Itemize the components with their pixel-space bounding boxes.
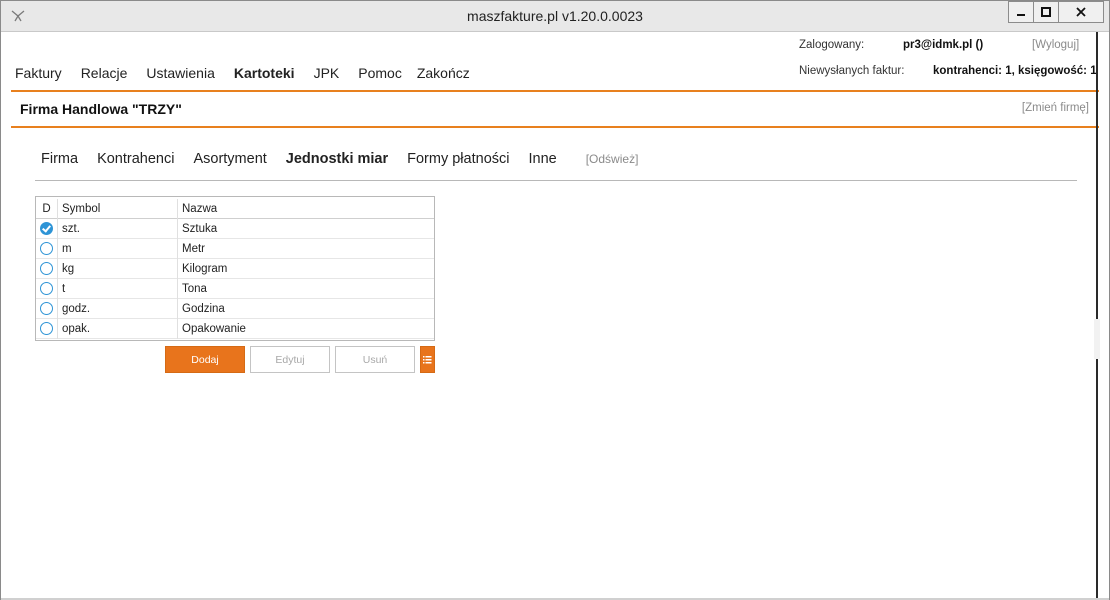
refresh-link[interactable]: [Odśwież] [586,152,639,167]
default-cell[interactable] [36,279,58,299]
table-row[interactable]: opak. Opakowanie [36,319,434,339]
tab-jednostki-miar[interactable]: Jednostki miar [286,151,388,167]
section-tabs: Firma Kontrahenci Asortyment Jednostki m… [41,151,638,167]
default-cell[interactable] [36,259,58,279]
menu-item-relacje[interactable]: Relacje [81,65,128,81]
main-menu: Faktury Relacje Ustawienia Kartoteki JPK… [15,65,489,81]
unsent-value: kontrahenci: 1, księgowość: 1 [933,65,1097,77]
default-radio[interactable] [40,302,53,315]
edit-button[interactable]: Edytuj [250,346,330,373]
minimize-button[interactable] [1008,1,1034,23]
name-cell: Metr [182,243,205,255]
name-cell: Godzina [182,303,225,315]
add-button[interactable]: Dodaj [165,346,245,373]
list-icon [423,356,432,364]
default-cell[interactable] [36,239,58,259]
symbol-cell: szt. [58,219,178,239]
logged-label: Zalogowany: [799,39,865,51]
name-cell: Tona [182,283,207,295]
menu-item-faktury[interactable]: Faktury [15,65,62,81]
default-cell[interactable] [36,299,58,319]
menu-item-zakoncz[interactable]: Zakończ [417,65,470,81]
symbol-cell: t [58,279,178,299]
symbol-cell: kg [58,259,178,279]
name-cell: Opakowanie [182,323,246,335]
table-row[interactable]: t Tona [36,279,434,299]
tab-kontrahenci[interactable]: Kontrahenci [97,151,174,167]
unsent-label: Niewysłanych faktur: [799,65,905,77]
symbol-cell: godz. [58,299,178,319]
scrollbar-thumb[interactable] [1094,319,1100,359]
name-cell: Kilogram [182,263,228,275]
firm-separator [11,126,1099,128]
maximize-button[interactable] [1033,1,1059,23]
logout-link[interactable]: [Wyloguj] [1032,39,1079,51]
tab-asortyment[interactable]: Asortyment [193,151,266,167]
logged-user: pr3@idmk.pl () [903,39,984,51]
default-radio[interactable] [40,282,53,295]
app-window: maszfakture.pl v1.20.0.0023 Faktury Rela… [0,0,1110,600]
tab-inne[interactable]: Inne [528,151,556,167]
table-row[interactable]: m Metr [36,239,434,259]
default-radio[interactable] [40,322,53,335]
header-separator [11,90,1099,92]
table-row[interactable]: kg Kilogram [36,259,434,279]
close-button[interactable] [1058,1,1104,23]
symbol-cell: m [58,239,178,259]
default-radio[interactable] [40,242,53,255]
column-header-name[interactable]: Nazwa [178,199,434,219]
vertical-scrollbar[interactable] [1096,32,1098,600]
tabs-divider [35,180,1077,181]
table-header: D Symbol Nazwa [36,199,434,219]
menu-item-pomoc[interactable]: Pomoc [358,65,402,81]
close-icon [1076,7,1086,17]
column-header-symbol[interactable]: Symbol [58,199,178,219]
name-cell: Sztuka [182,223,218,235]
tab-firma[interactable]: Firma [41,151,78,167]
default-radio[interactable] [40,262,53,275]
more-actions-button[interactable] [420,346,435,373]
column-header-default[interactable]: D [36,199,58,219]
change-firm-link[interactable]: [Zmień firmę] [1022,102,1089,114]
maximize-icon [1041,7,1051,17]
delete-button[interactable]: Usuń [335,346,415,373]
symbol-cell: opak. [58,319,178,339]
table-row[interactable]: godz. Godzina [36,299,434,319]
default-cell[interactable] [36,219,58,239]
default-radio-checked[interactable] [40,222,53,235]
menu-item-jpk[interactable]: JPK [314,65,340,81]
table-row[interactable]: szt. Sztuka [36,219,434,239]
default-cell[interactable] [36,319,58,339]
menu-item-ustawienia[interactable]: Ustawienia [146,65,214,81]
menu-item-kartoteki[interactable]: Kartoteki [234,65,295,81]
title-bar[interactable]: maszfakture.pl v1.20.0.0023 [1,1,1109,32]
units-table: D Symbol Nazwa szt. Sztuka m Metr kg Kil… [35,196,435,341]
window-controls [1008,1,1104,23]
tab-formy-platnosci[interactable]: Formy płatności [407,151,509,167]
minimize-icon [1017,14,1025,16]
window-title: maszfakture.pl v1.20.0.0023 [467,8,643,24]
firm-name: Firma Handlowa "TRZY" [20,101,182,117]
